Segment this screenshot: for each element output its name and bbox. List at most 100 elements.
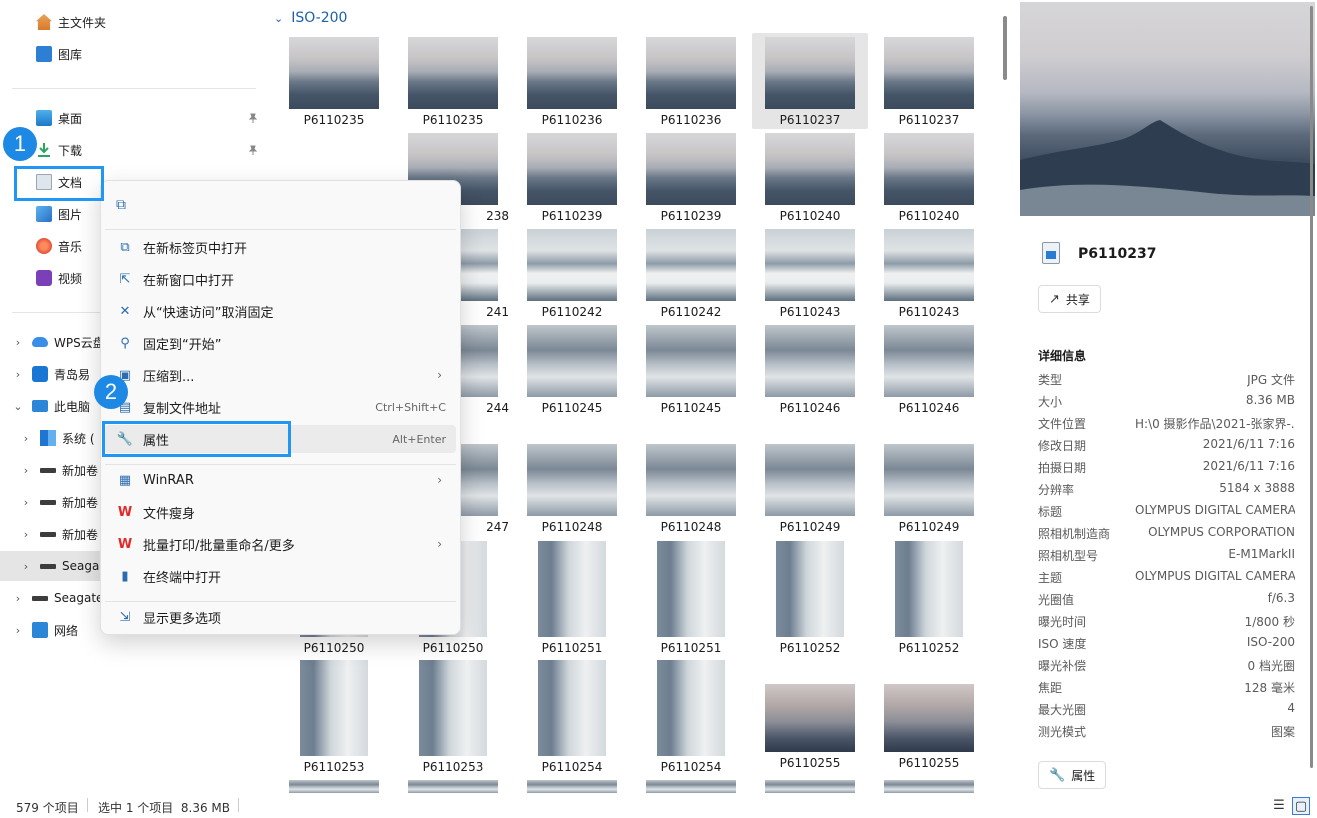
thumbnail-item[interactable]: P6110235 (276, 37, 392, 127)
thumbnail-item[interactable]: P6110252 (752, 541, 868, 655)
thumbnail-item[interactable]: P6110242 (514, 229, 630, 319)
menu-item[interactable]: ⇱ 在新窗口中打开 (105, 265, 456, 293)
thumbnail-item[interactable]: P6110248 (514, 444, 630, 534)
menu-item-label: 复制文件地址 (143, 401, 222, 417)
thumbnail-item[interactable]: P6110249 (752, 444, 868, 534)
large-icons-view-icon[interactable]: ▢ (1292, 797, 1310, 815)
chevron-right-icon[interactable]: › (12, 336, 24, 349)
detail-key: 大小 (1038, 395, 1063, 409)
sidebar-item-gallery[interactable]: 图库 (36, 41, 82, 67)
menu-item[interactable]: ▤ 复制文件地址 Ctrl+Shift+C (105, 393, 456, 421)
tree-item-label: 网络 (54, 623, 79, 638)
share-label: 共享 (1065, 292, 1090, 307)
sidebar-divider (12, 88, 256, 89)
thumbnail-item[interactable]: P6110239 (633, 133, 749, 223)
thumbnail-item[interactable]: P6110254 (633, 660, 749, 774)
sidebar-item-music[interactable]: 音乐 (36, 233, 82, 259)
tree-item-network[interactable]: › 网络 (12, 617, 78, 643)
tree-item-wps-cloud[interactable]: › WPS云盘 (12, 329, 105, 355)
thumbnail-item[interactable]: P6110254 (514, 660, 630, 774)
thumbnail-item[interactable]: P6110248 (633, 444, 749, 534)
detail-key: 修改日期 (1038, 439, 1087, 453)
detail-key: 光圈值 (1038, 593, 1075, 607)
copy-button[interactable]: ⧉ (105, 191, 137, 219)
chevron-right-icon[interactable]: › (12, 624, 24, 637)
group-header[interactable]: ⌄ ISO-200 (274, 10, 347, 26)
thumbnail-item[interactable]: P6110236 (633, 37, 749, 127)
thumbnail-item[interactable]: P6110251 (633, 541, 749, 655)
thumbnail-item[interactable]: P6110240 (752, 133, 868, 223)
tree-item-volume-2[interactable]: › 新加卷 (20, 489, 98, 515)
menu-item[interactable]: W 文件瘦身 (105, 498, 456, 526)
chevron-right-icon[interactable]: › (20, 496, 32, 509)
thumbnail-item[interactable]: P6110252 (871, 541, 987, 655)
thumbnail-item[interactable]: P6110249 (871, 444, 987, 534)
thumbnail-item[interactable]: P6110255 (752, 660, 868, 770)
thumbnail-item[interactable]: P6110253 (395, 660, 511, 774)
sidebar-item-pictures[interactable]: 图片 (36, 201, 82, 227)
thumbnail-item[interactable]: P6110243 (752, 229, 868, 319)
tree-item-volume-3[interactable]: › 新加卷 (20, 521, 98, 547)
menu-item[interactable]: ✕ 从“快速访问”取消固定 (105, 297, 456, 325)
thumbnail-item[interactable]: P6110243 (871, 229, 987, 319)
thumbnail-item[interactable]: P6110245 (514, 325, 630, 415)
chevron-right-icon[interactable]: › (20, 528, 32, 541)
sidebar-item-videos[interactable]: 视频 (36, 265, 82, 291)
chevron-down-icon[interactable]: ⌄ (12, 400, 24, 413)
highlight-documents (14, 166, 104, 201)
thumbnail-item[interactable]: P6110246 (752, 325, 868, 415)
thumbnail-item[interactable]: P6110242 (633, 229, 749, 319)
tree-item-qingdao[interactable]: › 青岛易 (12, 361, 90, 387)
thumbnail-image (884, 684, 974, 752)
properties-button[interactable]: 🔧 属性 (1038, 761, 1107, 789)
tree-item-volume-1[interactable]: › 新加卷 (20, 457, 98, 483)
thumbnail-item[interactable]: P6110240 (871, 133, 987, 223)
thumbnail-image (765, 133, 855, 205)
chevron-right-icon[interactable]: › (20, 464, 32, 477)
menu-item[interactable]: W 批量打印/批量重命名/更多 › (105, 530, 456, 558)
menu-item[interactable]: ▮ 在终端中打开 (105, 562, 456, 590)
chevron-right-icon[interactable]: › (20, 560, 32, 573)
details-view-icon[interactable]: ☰ (1270, 797, 1288, 815)
detail-row: 曝光时间 1/800 秒 (1038, 613, 1295, 635)
detail-value: ISO-200 (1246, 635, 1295, 649)
menu-item-show-more[interactable]: ⇲ 显示更多选项 (105, 603, 456, 631)
menu-item[interactable]: ▣ 压缩到... › (105, 361, 456, 389)
chevron-right-icon[interactable]: › (20, 432, 32, 445)
detail-row: 照相机型号 E-M1MarkII (1038, 547, 1295, 569)
thumbnail-item[interactable]: P6110253 (276, 660, 392, 774)
thumbnail-label: P6110245 (541, 401, 603, 415)
thumbnail-item[interactable]: P6110236 (514, 37, 630, 127)
thumbnail-label: P6110246 (898, 401, 960, 415)
tree-item-this-pc[interactable]: ⌄ 此电脑 (12, 393, 90, 419)
menu-item[interactable]: ⚲ 固定到“开始” (105, 329, 456, 357)
chevron-right-icon[interactable]: › (12, 368, 24, 381)
menu-separator (105, 464, 456, 465)
item-count: 579 个项目 (16, 801, 79, 815)
scrollbar[interactable] (1003, 16, 1007, 80)
detail-value: 2021/6/11 7:16 (1202, 437, 1295, 451)
tree-item-seagate[interactable]: › Seagate (12, 585, 104, 611)
sidebar-item-desktop[interactable]: 桌面 (36, 105, 264, 131)
thumbnail-label: P6110236 (541, 113, 603, 127)
tree-item-system-drive[interactable]: › 系统 ( (20, 425, 95, 451)
thumbnail-item[interactable]: P6110251 (514, 541, 630, 655)
thumbnail-item[interactable]: P6110255 (871, 660, 987, 770)
details-scrollbar[interactable] (1310, 6, 1313, 768)
thumbnail-label: P6110243 (779, 305, 841, 319)
thumbnail-item[interactable]: P6110239 (514, 133, 630, 223)
thumbnail-item[interactable]: P6110245 (633, 325, 749, 415)
menu-item-shortcut: Ctrl+Shift+C (375, 400, 446, 414)
share-button[interactable]: ↗ 共享 (1038, 285, 1101, 313)
tree-item-label: 此电脑 (54, 399, 91, 414)
sidebar-item-home[interactable]: 主文件夹 (36, 9, 106, 35)
menu-item[interactable]: ▦ WinRAR › (105, 466, 456, 494)
thumbnail-item[interactable]: P6110246 (871, 325, 987, 415)
thumbnail-item[interactable]: P6110235 (395, 37, 511, 127)
thumbnail-item[interactable]: P6110237 (871, 37, 987, 127)
sidebar-item-downloads[interactable]: 下载 (36, 137, 264, 163)
thumbnail-item[interactable]: P6110237 (752, 33, 868, 129)
chevron-right-icon[interactable]: › (12, 592, 24, 605)
chevron-down-icon[interactable]: ⌄ (274, 12, 283, 25)
menu-item[interactable]: ⧉ 在新标签页中打开 (105, 233, 456, 261)
